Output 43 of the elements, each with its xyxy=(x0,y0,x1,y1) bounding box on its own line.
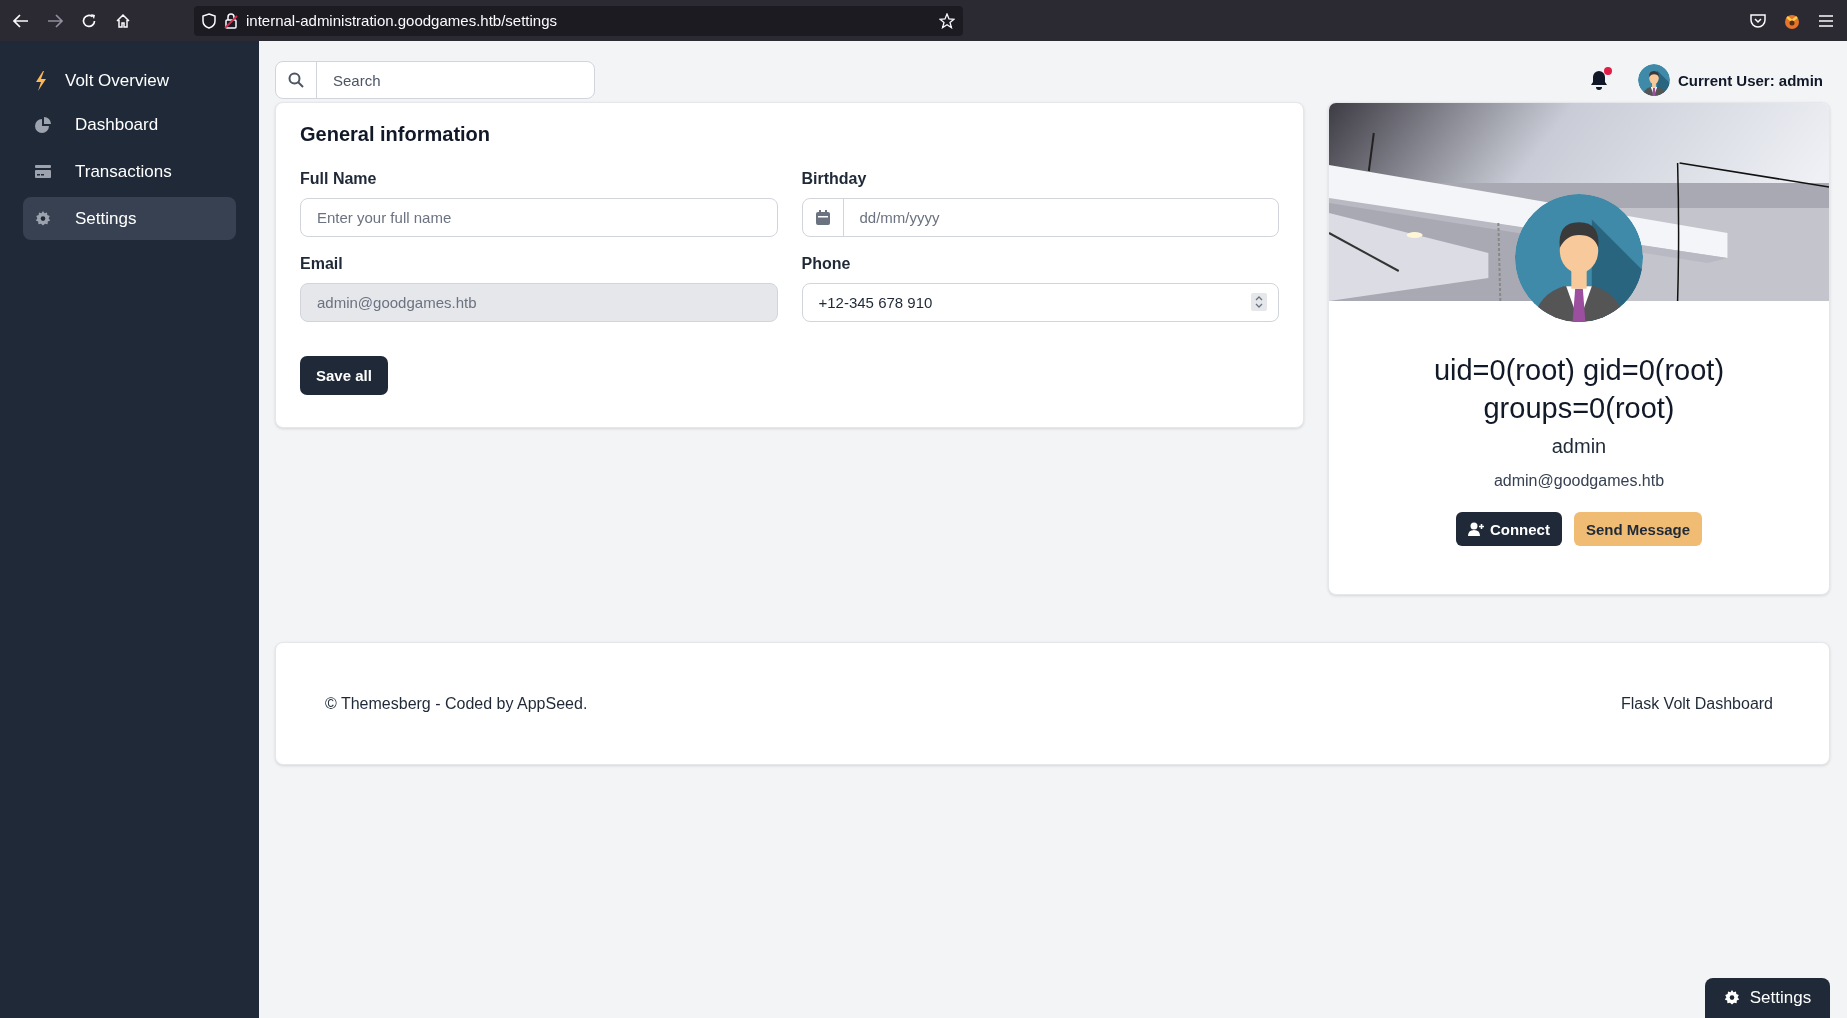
credit-card-icon xyxy=(35,165,51,178)
date-field[interactable]: dd/mm/yyyy xyxy=(801,198,1279,237)
send-message-button[interactable]: Send Message xyxy=(1573,512,1703,547)
settings-icon xyxy=(1723,990,1740,1006)
profile-title: uid=0(root) gid=0(root) groups=0(root) xyxy=(1432,353,1726,426)
pocket-icon[interactable] xyxy=(1750,13,1766,28)
profile-name: admin xyxy=(1551,435,1607,459)
field-label: Email xyxy=(300,255,344,273)
reload-icon[interactable] xyxy=(81,12,97,29)
add-user-icon xyxy=(1467,522,1484,537)
user-avatar xyxy=(1637,64,1670,96)
menu-icon[interactable] xyxy=(1818,13,1834,28)
brand-link[interactable]: Volt Overview xyxy=(23,63,236,99)
back-arrow-icon[interactable] xyxy=(13,13,29,28)
field-label: Full Name xyxy=(300,170,378,188)
insecure-lock-icon[interactable] xyxy=(224,12,238,29)
shield-icon[interactable] xyxy=(202,12,216,29)
star-icon[interactable] xyxy=(938,12,955,29)
save-button[interactable]: Save all xyxy=(300,356,388,395)
sidebar-item[interactable]: Settings xyxy=(23,197,236,240)
search-icon xyxy=(288,72,304,88)
copyright-text: © Themesberg - Coded by AppSeed. xyxy=(325,694,588,713)
url-text: internal-administration.goodgames.htb/settings xyxy=(246,12,558,29)
search-field[interactable]: Search xyxy=(275,61,595,99)
input-field[interactable]: Enter your full name xyxy=(300,198,778,237)
forward-arrow-icon[interactable] xyxy=(47,13,63,28)
field-label: Phone xyxy=(801,255,852,273)
footer-brand-text: Flask Volt Dashboard xyxy=(1620,694,1773,713)
settings-button[interactable]: Settings xyxy=(1705,978,1830,1018)
spinner-arrows-icon[interactable] xyxy=(1251,293,1267,311)
home-icon[interactable] xyxy=(115,12,131,29)
lightning-icon xyxy=(35,71,47,91)
connect-button[interactable]: Connect xyxy=(1455,512,1562,547)
address-bar[interactable]: internal-administration.goodgames.htb/settings xyxy=(194,5,963,36)
sidebar-item[interactable]: Transactions xyxy=(23,150,236,193)
current-user-label: Current User: admin xyxy=(1677,71,1823,89)
profile-email: admin@goodgames.htb xyxy=(1493,472,1665,491)
section-title: General information xyxy=(300,123,492,146)
sidebar-item[interactable]: Dashboard xyxy=(23,103,236,146)
settings-icon xyxy=(35,210,51,227)
field-label: Birthday xyxy=(801,170,868,188)
input-field[interactable]: +12-345 678 910 xyxy=(801,283,1279,322)
pie-chart-icon xyxy=(35,116,51,133)
